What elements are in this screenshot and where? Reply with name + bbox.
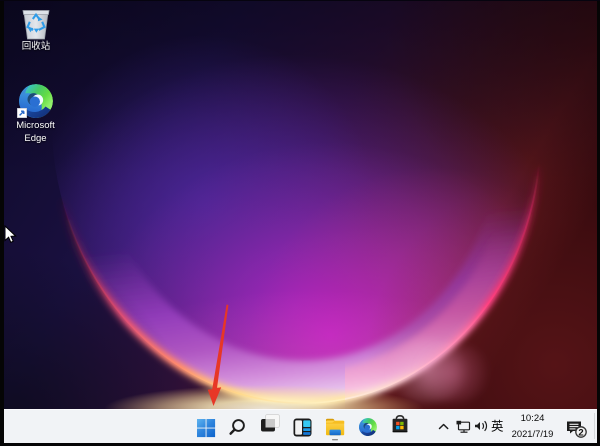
svg-text:2: 2 (578, 428, 583, 439)
svg-text:英: 英 (491, 420, 504, 434)
